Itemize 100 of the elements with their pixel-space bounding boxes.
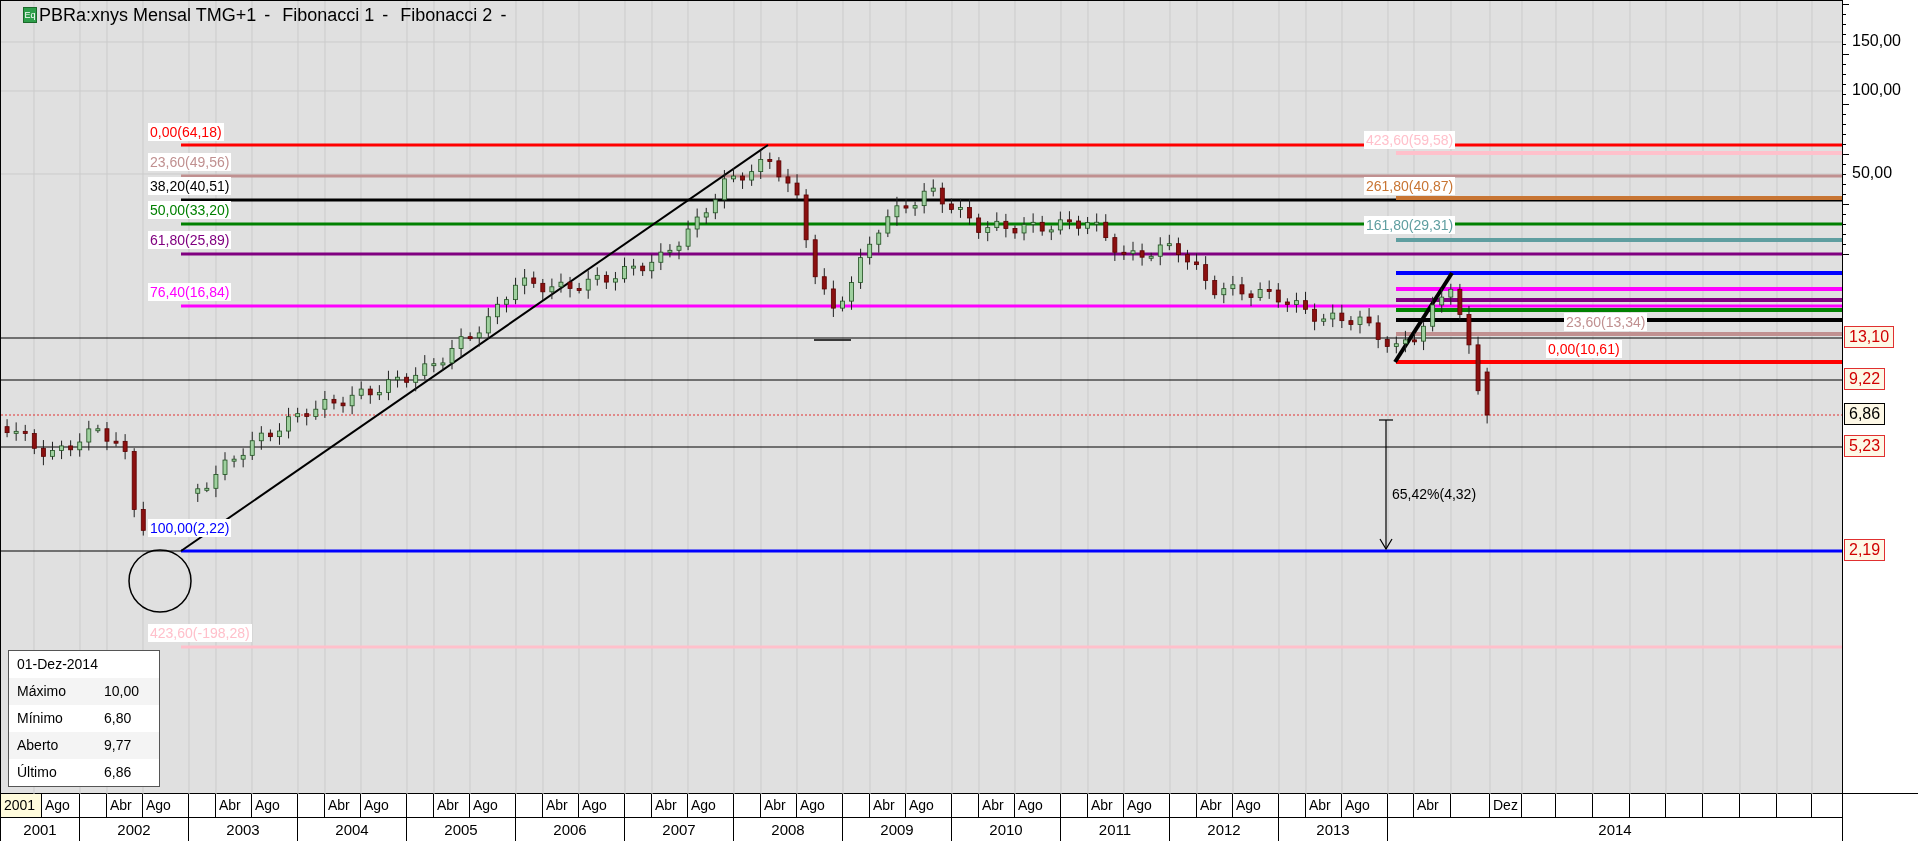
month-label: Dez [1490, 794, 1522, 817]
candle [640, 262, 646, 276]
month-label: Abr [434, 794, 470, 817]
series-title[interactable]: PBRa:xnys Mensal TMG+1 [39, 3, 257, 27]
dropdown-caret[interactable]: - [382, 3, 389, 27]
fibonacci-level-label: 0,00(64,18) [148, 123, 224, 141]
candle [413, 367, 419, 392]
candle [1448, 283, 1454, 305]
symbol-icon: Eq [23, 7, 37, 23]
candle [685, 220, 691, 251]
candle [1194, 253, 1199, 270]
month-label: Abr [652, 794, 688, 817]
fibonacci-level-label: 100,00(2,22) [148, 519, 232, 537]
info-value: 6,86 [104, 763, 132, 782]
price-tag: 6,86 [1844, 403, 1886, 425]
candle [104, 422, 110, 451]
year-label: 2008 [734, 818, 843, 841]
candle [440, 357, 446, 371]
price-tag: 13,10 [1844, 326, 1895, 348]
info-value: 9,77 [104, 736, 132, 755]
candle [1457, 283, 1463, 320]
month-label: 2001 [1, 794, 42, 817]
candle [649, 254, 655, 279]
year-label: 2003 [189, 818, 298, 841]
candle [949, 198, 954, 214]
candle [1312, 303, 1317, 331]
candle [50, 441, 55, 460]
candle [1430, 296, 1436, 332]
candle [894, 196, 900, 226]
year-label: 2007 [625, 818, 734, 841]
candle [113, 432, 119, 447]
candle [594, 267, 600, 286]
price-tag: 2,19 [1844, 539, 1886, 561]
month-label: Ago [1015, 794, 1061, 817]
candle [458, 328, 464, 358]
year-label: 2002 [80, 818, 189, 841]
candle [1212, 275, 1218, 299]
series-title[interactable]: Fibonacci 1 [282, 3, 375, 27]
candle [631, 258, 636, 276]
year-label: 2010 [952, 818, 1061, 841]
fibonacci-level-label: 50,00(33,20) [148, 201, 232, 219]
candle [576, 282, 582, 294]
month-label: Ago [1233, 794, 1279, 817]
month-label: Ago [906, 794, 952, 817]
price-tick-label: 100,00 [1852, 81, 1901, 99]
candle [1248, 290, 1254, 307]
candle [1257, 282, 1263, 301]
candle [994, 212, 1000, 231]
candle [740, 172, 745, 189]
price-tick-label: 150,00 [1852, 32, 1901, 50]
fibonacci-level-label: 161,80(29,31) [1364, 216, 1456, 234]
candle [1203, 256, 1209, 290]
candle [1384, 336, 1390, 353]
fibonacci-level-label: 423,60(59,58) [1364, 131, 1456, 149]
candle [349, 386, 355, 415]
candle [549, 278, 555, 300]
candle [903, 199, 909, 214]
candle [204, 482, 210, 493]
info-date: 01-Dez-2014 [16, 655, 99, 674]
price-tag: 9,22 [1844, 368, 1886, 390]
month-label: Abr [1197, 794, 1233, 817]
candle [422, 355, 428, 380]
candle [622, 257, 627, 283]
candle [1330, 304, 1336, 328]
candle [876, 229, 882, 253]
info-label: Máximo [17, 682, 67, 701]
candle [1275, 283, 1281, 308]
candle [1012, 225, 1018, 239]
candle [758, 150, 764, 179]
candle [1412, 333, 1417, 346]
candle [367, 385, 373, 404]
candle [1148, 252, 1154, 262]
fibonacci-level-label: 23,60(49,56) [148, 153, 232, 171]
candle [386, 370, 391, 401]
series-title[interactable]: Fibonacci 2 [400, 3, 493, 27]
candle [1166, 234, 1172, 251]
candle [703, 207, 709, 224]
year-label: 2012 [1170, 818, 1279, 841]
dropdown-caret[interactable]: - [264, 3, 271, 27]
dropdown-caret[interactable]: - [500, 3, 507, 27]
candle [603, 271, 609, 289]
candle [1284, 298, 1290, 312]
month-label: Ago [797, 794, 843, 817]
candle [1393, 336, 1399, 354]
month-label: Abr [979, 794, 1015, 817]
candle [567, 276, 573, 298]
month-label: Ago [1124, 794, 1170, 817]
month-label: Ago [143, 794, 189, 817]
candle [840, 296, 845, 312]
candle [1239, 276, 1245, 301]
candle [1366, 308, 1372, 327]
candle [1475, 336, 1481, 395]
year-label: 2014 [1388, 818, 1843, 841]
info-value: 10,00 [104, 682, 140, 701]
price-tick-label: 50,00 [1852, 164, 1893, 182]
candle [358, 381, 364, 400]
candle [504, 296, 509, 313]
month-label: Abr [870, 794, 906, 817]
candle [131, 448, 137, 518]
month-label: Abr [325, 794, 361, 817]
